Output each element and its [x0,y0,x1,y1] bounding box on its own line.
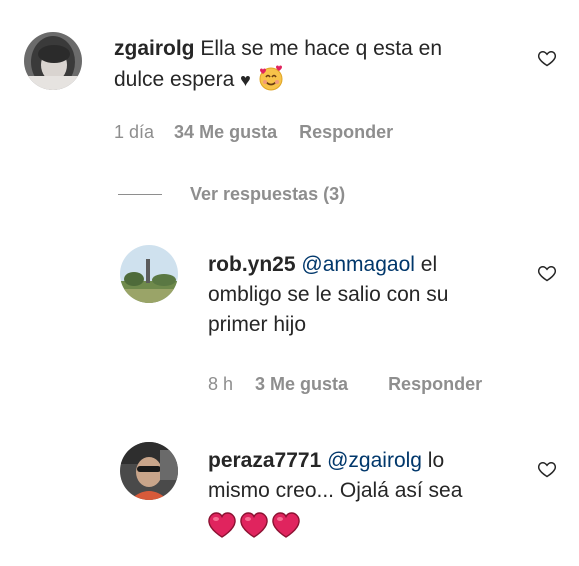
comment-text-line: lo [421,449,445,472]
like-heart-icon[interactable] [537,459,557,479]
view-replies-button[interactable]: Ver respuestas (3) [190,184,345,205]
comment-text-line: Ella se me hace q esta en [200,37,443,60]
username-peraza7771[interactable]: peraza7771 [208,449,321,472]
red-hearts-row [208,510,528,540]
reply-button[interactable]: Responder [388,370,482,398]
like-heart-icon[interactable] [537,263,557,283]
black-heart-emoji: ♥ [240,70,251,90]
view-replies-row[interactable]: Ver respuestas (3) [118,184,345,205]
avatar-rob-yn25[interactable] [120,245,178,303]
avatar-photo-zgairolg [24,32,82,90]
red-heart-emoji [240,512,268,539]
comment-text-line: el [414,253,438,276]
avatar-zgairolg[interactable] [24,32,82,90]
comment-meta-zgairolg: 1 día 34 Me gusta Responder [114,122,393,143]
red-heart-emoji [272,512,300,539]
mention-link[interactable]: @zgairolg [327,449,422,472]
smiling-face-with-hearts-emoji [259,65,283,91]
avatar-peraza7771[interactable] [120,442,178,500]
comment-rob-yn25: rob.yn25 @anmagaol el ombligo se le sali… [208,250,518,340]
comment-peraza7771: peraza7771 @zgairolg lo mismo creo... Oj… [208,446,528,540]
comment-text-line: mismo creo... Ojalá así sea [208,479,463,502]
red-heart-emoji [208,512,236,539]
like-heart-icon[interactable] [537,48,557,68]
likes-count[interactable]: 3 Me gusta [255,370,348,398]
comment-text-line: ombligo se le salio con su [208,283,449,306]
comment-time: 1 día [114,122,155,142]
likes-count[interactable]: 34 Me gusta [174,122,277,143]
comment-zgairolg: zgairolg Ella se me hace q esta en dulce… [114,34,514,95]
comment-meta-rob-yn25: 8 h 3 Me gusta Responder [208,370,508,398]
avatar-photo-rob-yn25 [120,245,178,303]
username-rob-yn25[interactable]: rob.yn25 [208,253,296,276]
mention-link[interactable]: @anmagaol [301,253,415,276]
comment-time: 8 h [208,374,234,394]
reply-button[interactable]: Responder [299,122,393,143]
comment-text-line: primer hijo [208,313,307,336]
username-zgairolg[interactable]: zgairolg [114,37,195,60]
replies-divider-line [118,194,162,195]
comment-text-line: dulce espera [114,68,235,91]
avatar-photo-peraza7771 [120,442,178,500]
